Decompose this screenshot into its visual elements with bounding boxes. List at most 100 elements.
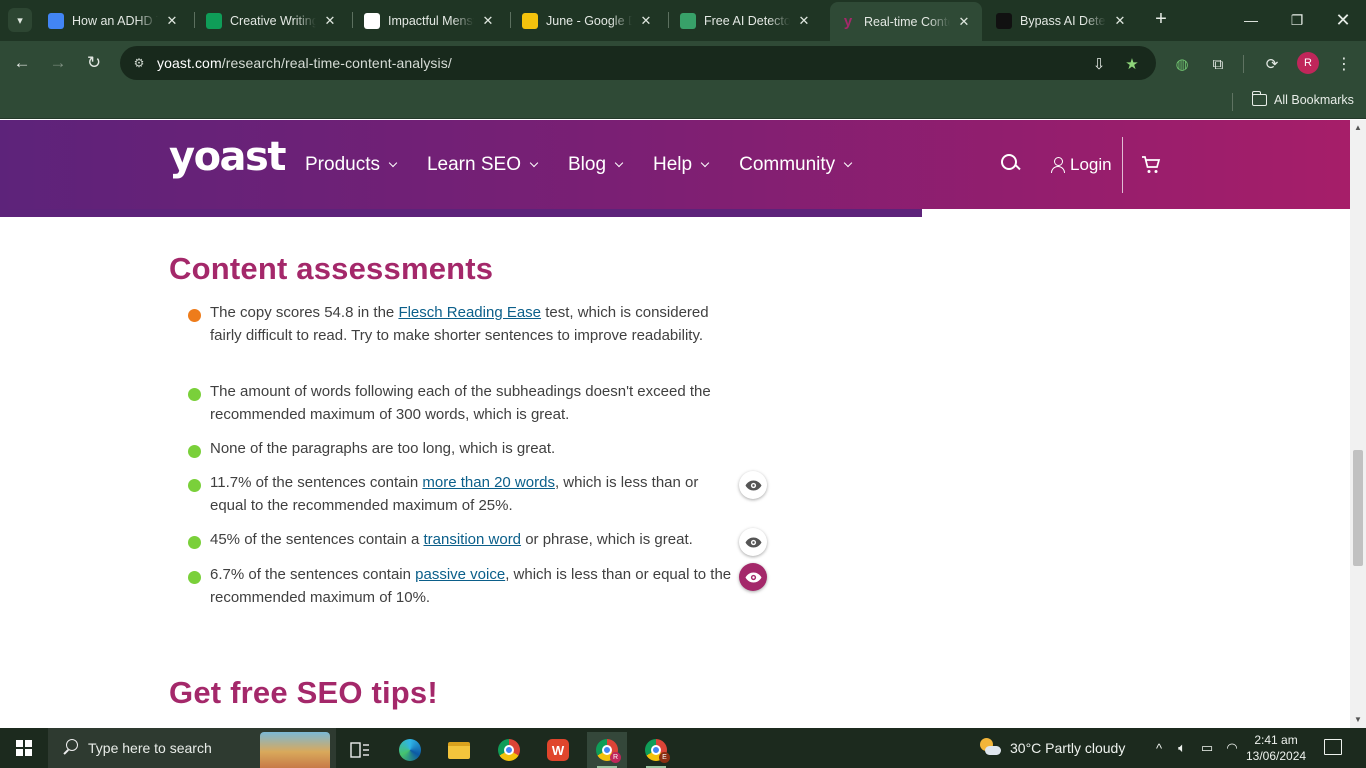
close-window-button[interactable]: ✕ [1320,0,1366,40]
yoast-logo[interactable]: yoast [169,134,286,180]
cart-icon[interactable] [1141,155,1161,175]
tab-close-icon[interactable]: ✕ [956,14,972,30]
chrome-profile-r-icon[interactable]: R [587,732,627,768]
nav-item-blog[interactable]: Blog [567,154,624,176]
all-bookmarks-button[interactable]: All Bookmarks [1251,91,1354,107]
header-accent-strip [0,209,922,217]
login-link[interactable]: Login [1050,155,1112,175]
new-tab-button[interactable]: + [1150,9,1172,31]
weather-widget[interactable]: 30°C Partly cloudy [978,737,1125,759]
tab-title: June - Google D [546,13,632,28]
tab-title: Creative Writing [230,13,316,28]
assessment-link[interactable]: Flesch Reading Ease [398,304,541,321]
assessment-text-part: or phrase, which is great. [521,531,693,548]
search-icon[interactable] [1000,153,1022,175]
weather-text: 30°C Partly cloudy [1010,740,1126,756]
tab-1[interactable]: How an ADHD Te ✕ [38,6,190,35]
header-divider [1122,137,1123,193]
nav-item-community[interactable]: Community [739,154,853,176]
assessment-link[interactable]: passive voice [415,566,505,583]
assessment-link[interactable]: transition word [423,531,521,548]
chevron-down-icon [388,158,398,168]
content-assessments-heading: Content assessments [169,251,494,286]
back-button[interactable]: ← [10,51,34,75]
tab-5[interactable]: Free AI Detector ✕ [670,6,822,35]
bookmarks-bar: All Bookmarks [0,85,1366,119]
site-settings-icon[interactable]: ⚙ [130,54,148,72]
menu-icon[interactable]: ⋮ [1333,53,1355,75]
start-button[interactable] [0,728,48,768]
wifi-icon[interactable]: ◠ [1223,739,1241,757]
tab-close-icon[interactable]: ✕ [322,13,338,29]
taskbar-search-placeholder: Type here to search [88,740,212,756]
tab-close-icon[interactable]: ✕ [480,13,496,29]
profile-avatar[interactable]: R [1297,52,1319,74]
sheets-icon [206,12,222,29]
folder-icon [1251,91,1267,106]
performance-icon[interactable]: ⟳ [1261,53,1283,75]
openai-icon [996,12,1012,29]
docs-icon [48,12,64,29]
tab-2[interactable]: Creative Writing ✕ [196,6,348,35]
windows-taskbar: Type here to search W R E 30°C Partly cl… [0,728,1366,768]
install-app-icon[interactable]: ⇩ [1089,54,1109,74]
url-host: yoast.com [157,55,222,71]
scroll-down-arrow[interactable]: ▼ [1350,712,1366,728]
tab-6[interactable]: y Real-time Conte ✕ [830,2,982,41]
minimize-button[interactable]: — [1228,0,1274,40]
chevron-down-icon [529,158,539,168]
status-green-bullet-icon [188,536,201,549]
highlight-eye-button[interactable] [739,471,767,499]
assessment-link[interactable]: more than 20 words [422,474,555,491]
highlight-eye-button[interactable] [739,528,767,556]
extension-translate-icon[interactable]: ◍ [1171,53,1193,75]
forward-button[interactable]: → [46,51,70,75]
search-highlight-image [260,732,330,768]
address-bar[interactable]: ⚙ yoast.com/research/real-time-content-a… [120,46,1156,80]
nav-item-label: Blog [567,154,607,175]
taskbar-search[interactable]: Type here to search [48,728,336,768]
bookmark-star-icon[interactable]: ★ [1122,54,1142,74]
tab-title: How an ADHD Te [72,13,158,28]
bookmarks-separator [1232,93,1233,111]
edge-icon[interactable] [390,732,430,768]
assessment-text-part: The amount of words following each of th… [210,383,711,423]
chrome-profile-e-icon[interactable]: E [636,732,676,768]
show-hidden-icons-chevron-icon[interactable]: ^ [1150,739,1168,757]
tab-search-button[interactable]: ▾ [8,8,32,32]
tab-3[interactable]: Impactful Menst ✕ [354,6,506,35]
assessment-text: 45% of the sentences contain a transitio… [210,529,735,552]
system-clock[interactable]: 2:41 am 13/06/2024 [1246,732,1306,764]
url-text[interactable]: yoast.com/research/real-time-content-ana… [157,55,452,71]
chatgpt-icon [364,12,380,29]
tab-close-icon[interactable]: ✕ [638,13,654,29]
highlight-eye-button[interactable] [739,563,767,591]
reload-button[interactable]: ↻ [82,51,106,75]
scroll-up-arrow[interactable]: ▲ [1350,120,1366,136]
restore-button[interactable]: ❐ [1274,0,1320,40]
nav-item-help[interactable]: Help [653,154,710,176]
page-scrollbar[interactable]: ▲ ▼ [1350,120,1366,728]
scroll-thumb[interactable] [1353,450,1363,566]
wps-office-icon[interactable]: W [538,732,578,768]
nav-item-products[interactable]: Products [305,154,398,176]
tab-4[interactable]: June - Google D ✕ [512,6,664,35]
volume-icon[interactable]: 🔈︎ [1173,739,1191,757]
notification-center-icon[interactable] [1324,739,1342,755]
tab-close-icon[interactable]: ✕ [796,13,812,29]
nav-item-learn-seo[interactable]: Learn SEO [427,154,539,176]
file-explorer-icon[interactable] [439,732,479,768]
tab-close-icon[interactable]: ✕ [164,13,180,29]
extensions-icon[interactable]: ⧉ [1207,53,1229,75]
eye-icon [745,480,761,490]
assessment-text-part: 11.7% of the sentences contain [210,474,423,491]
tab-7[interactable]: Bypass AI Detect ✕ [986,6,1138,35]
assessment-text: 11.7% of the sentences contain more than… [210,472,735,517]
tab-close-icon[interactable]: ✕ [1112,13,1128,29]
battery-icon[interactable]: ▭ [1198,739,1216,757]
chrome-icon[interactable] [489,732,529,768]
clock-time: 2:41 am [1254,733,1298,747]
status-green-bullet-icon [188,388,201,401]
task-view-icon[interactable] [340,732,380,768]
robot-icon [680,12,696,29]
